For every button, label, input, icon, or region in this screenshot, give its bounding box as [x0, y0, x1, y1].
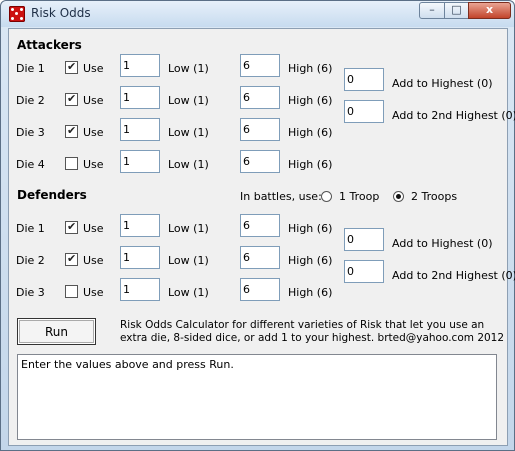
defender-add-highest-input[interactable] [344, 228, 384, 251]
attacker-die-3-low-input[interactable] [120, 118, 160, 141]
defender-die-1-high-input[interactable] [240, 214, 280, 237]
attacker-die-2-high-input[interactable] [240, 86, 280, 109]
attacker-die-4-low-input[interactable] [120, 150, 160, 173]
attacker-die-1-label: Die 1 [16, 62, 45, 75]
two-troops-label: 2 Troops [411, 190, 458, 203]
attacker-add-highest-label: Add to Highest (0) [392, 77, 493, 90]
defenders-heading: Defenders [17, 188, 87, 202]
attacker-add-highest-input[interactable] [344, 68, 384, 91]
defender-die-3-high-label: High (6) [288, 286, 333, 299]
main-panel: Attackers Die 1 Use Low (1) High (6) Die… [8, 28, 515, 446]
attacker-die-4-use-label: Use [83, 158, 104, 171]
attacker-die-4-use-checkbox[interactable] [65, 157, 78, 170]
attacker-die-2-high-label: High (6) [288, 94, 333, 107]
attacker-die-2-low-label: Low (1) [168, 94, 209, 107]
attacker-die-4-label: Die 4 [16, 158, 45, 171]
dice-icon [9, 6, 25, 22]
defender-die-3-label: Die 3 [16, 286, 45, 299]
defender-die-3-high-input[interactable] [240, 278, 280, 301]
defender-die-2-label: Die 2 [16, 254, 45, 267]
defender-die-2-use-label: Use [83, 254, 104, 267]
attacker-die-2-label: Die 2 [16, 94, 45, 107]
minimize-icon: – [429, 3, 435, 16]
defender-die-3-use-checkbox[interactable] [65, 285, 78, 298]
title-bar[interactable]: Risk Odds – □ x [1, 1, 514, 27]
defender-add-highest-label: Add to Highest (0) [392, 237, 493, 250]
one-troop-radio[interactable] [321, 191, 332, 202]
attacker-die-3-use-label: Use [83, 126, 104, 139]
one-troop-label: 1 Troop [339, 190, 380, 203]
attacker-die-3-high-label: High (6) [288, 126, 333, 139]
defender-die-2-low-label: Low (1) [168, 254, 209, 267]
attacker-die-4-high-input[interactable] [240, 150, 280, 173]
defender-die-1-use-label: Use [83, 222, 104, 235]
defender-add-second-label: Add to 2nd Highest (0) [392, 269, 515, 282]
close-icon: x [485, 3, 494, 16]
defender-die-2-low-input[interactable] [120, 246, 160, 269]
window-title: Risk Odds [31, 6, 91, 20]
attacker-die-4-low-label: Low (1) [168, 158, 209, 171]
attacker-die-1-use-checkbox[interactable] [65, 60, 78, 74]
run-button[interactable]: Run [17, 318, 96, 345]
attacker-die-3-label: Die 3 [16, 126, 45, 139]
close-button[interactable]: x [468, 2, 511, 19]
attacker-die-2-low-input[interactable] [120, 86, 160, 109]
attacker-die-4-high-label: High (6) [288, 158, 333, 171]
attacker-die-1-high-label: High (6) [288, 62, 333, 75]
defender-die-1-label: Die 1 [16, 222, 45, 235]
defender-add-second-input[interactable] [344, 260, 384, 283]
attacker-die-3-use-checkbox[interactable] [65, 124, 78, 138]
defender-die-1-use-checkbox[interactable] [65, 220, 78, 234]
attacker-die-1-use-label: Use [83, 62, 104, 75]
defender-die-3-use-label: Use [83, 286, 104, 299]
two-troops-radio[interactable] [393, 191, 404, 202]
attacker-die-3-low-label: Low (1) [168, 126, 209, 139]
defender-die-2-high-label: High (6) [288, 254, 333, 267]
attacker-die-2-use-label: Use [83, 94, 104, 107]
results-output[interactable]: Enter the values above and press Run. [17, 354, 497, 440]
attacker-add-second-input[interactable] [344, 100, 384, 123]
defender-die-2-high-input[interactable] [240, 246, 280, 269]
defender-die-3-low-input[interactable] [120, 278, 160, 301]
defender-die-1-low-label: Low (1) [168, 222, 209, 235]
attacker-add-second-label: Add to 2nd Highest (0) [392, 109, 515, 122]
attackers-heading: Attackers [17, 38, 82, 52]
attacker-die-3-high-input[interactable] [240, 118, 280, 141]
attacker-die-1-low-input[interactable] [120, 54, 160, 77]
defender-die-1-low-input[interactable] [120, 214, 160, 237]
results-text: Enter the values above and press Run. [21, 358, 234, 371]
attacker-die-1-high-input[interactable] [240, 54, 280, 77]
app-window: Risk Odds – □ x Attackers Die 1 Use Low … [0, 0, 515, 451]
maximize-button[interactable]: □ [444, 2, 469, 19]
attacker-die-1-low-label: Low (1) [168, 62, 209, 75]
defender-die-1-high-label: High (6) [288, 222, 333, 235]
maximize-icon: □ [451, 3, 462, 16]
defender-die-3-low-label: Low (1) [168, 286, 209, 299]
defender-die-2-use-checkbox[interactable] [65, 252, 78, 266]
battles-label: In battles, use: [240, 190, 322, 203]
description-text: Risk Odds Calculator for different varie… [120, 319, 505, 344]
attacker-die-2-use-checkbox[interactable] [65, 92, 78, 106]
minimize-button[interactable]: – [419, 2, 445, 19]
